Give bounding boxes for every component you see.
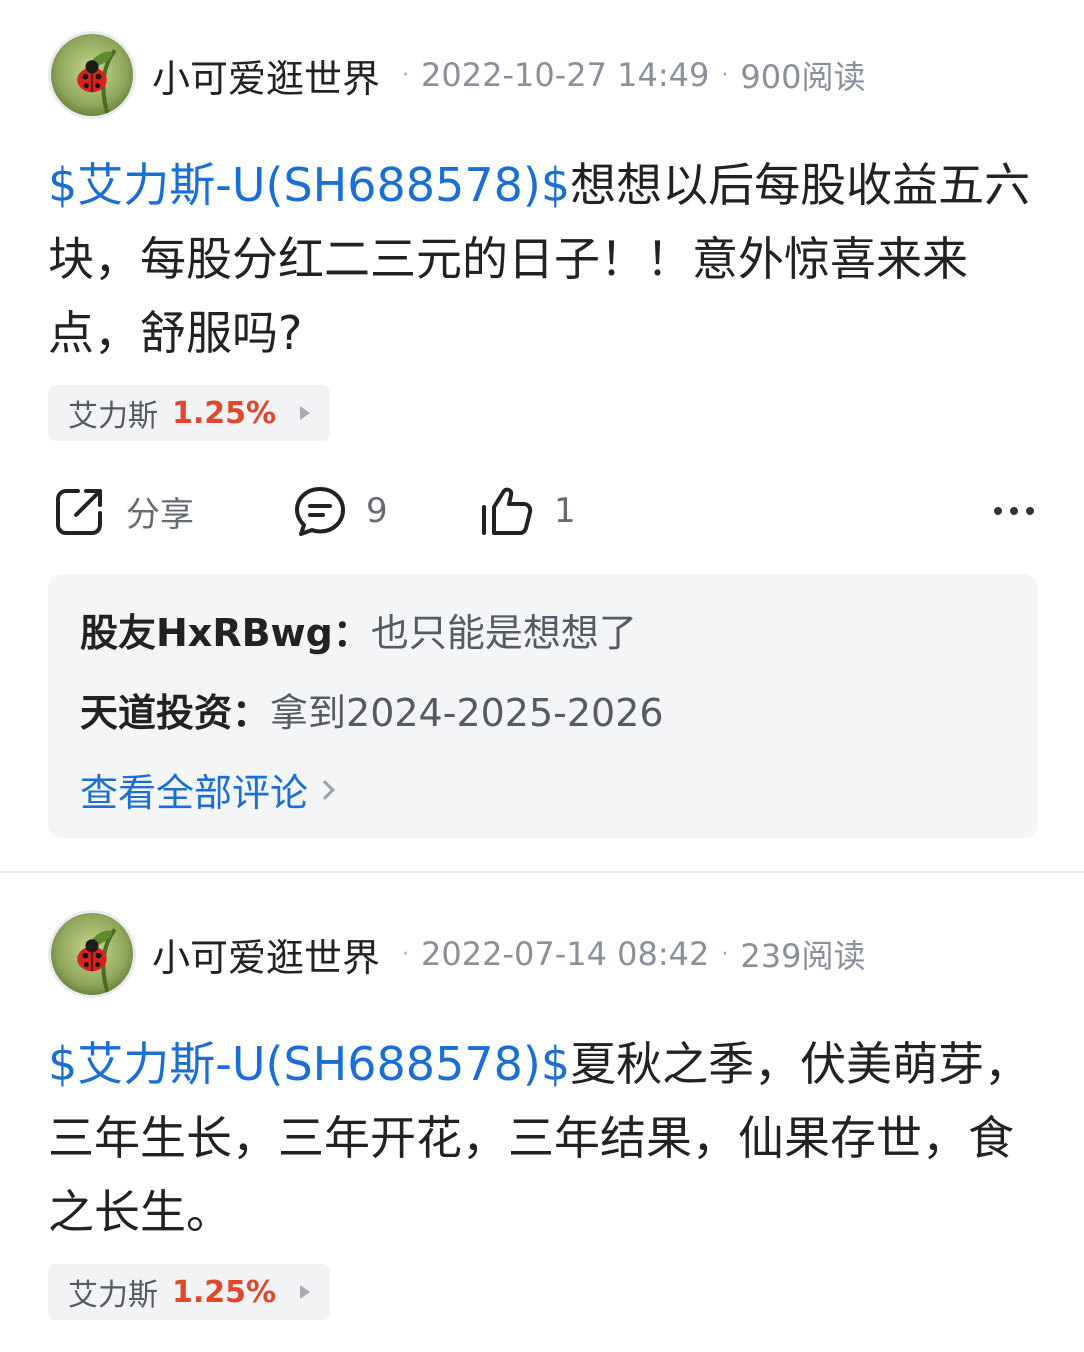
comment-text: 拿到2024-2025-2026 (270, 691, 664, 735)
read-count: 239阅读 (740, 937, 866, 975)
like-button[interactable]: 1 (480, 480, 576, 542)
chevron-right-icon (315, 779, 335, 800)
post-date: 2022-10-27 14:49 (421, 56, 710, 94)
stock-link[interactable]: $艾力斯-U(SH688578)$ (48, 158, 570, 212)
author-name[interactable]: 小可爱逛世界 (152, 927, 380, 982)
separator-dot: · (402, 941, 410, 967)
more-icon-dot (1010, 507, 1018, 515)
comment-icon (295, 487, 345, 536)
more-icon (994, 507, 1002, 515)
post-content[interactable]: $艾力斯-U(SH688578)$夏秋之季，伏美萌芽，三年生长，三年开花，三年结… (48, 1027, 1038, 1249)
post-meta: · 2022-10-27 14:49 · 900阅读 (390, 52, 865, 98)
ladybug-avatar-icon (51, 34, 133, 116)
post-card[interactable]: 小可爱逛世界 · 2022-07-14 08:42 · 239阅读 $艾力斯-U… (0, 873, 1084, 1352)
stock-link[interactable]: $艾力斯-U(SH688578)$ (48, 1037, 570, 1091)
separator-dot: · (721, 62, 729, 88)
post-header: 小可爱逛世界 · 2022-07-14 08:42 · 239阅读 (48, 910, 865, 998)
view-all-comments-label: 查看全部评论 (80, 771, 309, 815)
post-header: 小可爱逛世界 · 2022-10-27 14:49 · 900阅读 (48, 31, 865, 119)
author-name[interactable]: 小可爱逛世界 (152, 48, 380, 103)
share-icon (56, 489, 102, 535)
post-content[interactable]: $艾力斯-U(SH688578)$想想以后每股收益五六块，每股分红二三元的日子！… (48, 148, 1038, 370)
comment-item[interactable]: 股友HxRBwg：也只能是想想了 (80, 602, 637, 657)
triangle-right-icon (300, 1285, 311, 1299)
share-label: 分享 (126, 494, 194, 535)
comment-button[interactable]: 9 (292, 480, 388, 542)
stock-tag-change: 1.25% (172, 1274, 277, 1310)
avatar[interactable] (48, 31, 136, 119)
stock-tag-name: 艾力斯 (68, 399, 158, 434)
more-button[interactable] (994, 480, 1034, 542)
post-date: 2022-07-14 08:42 (421, 935, 710, 973)
more-icon-dot (1026, 507, 1034, 515)
comment-count: 9 (366, 491, 388, 531)
separator-dot: · (721, 941, 729, 967)
stock-tag[interactable]: 艾力斯 1.25% (48, 1264, 331, 1320)
comment-user[interactable]: 天道投资 (80, 691, 232, 735)
avatar[interactable] (48, 910, 136, 998)
action-bar: 分享 9 1 (48, 480, 1038, 542)
comment-user[interactable]: 股友HxRBwg (80, 611, 333, 655)
post-card[interactable]: 小可爱逛世界 · 2022-10-27 14:49 · 900阅读 $艾力斯-U… (0, 0, 1084, 872)
comment-item[interactable]: 天道投资：拿到2024-2025-2026 (80, 682, 664, 737)
read-count: 900阅读 (740, 58, 866, 96)
stock-tag[interactable]: 艾力斯 1.25% (48, 385, 331, 441)
triangle-right-icon (300, 406, 311, 420)
view-all-comments-link[interactable]: 查看全部评论 (80, 762, 335, 817)
separator-dot: · (402, 62, 410, 88)
thumbs-up-icon (482, 487, 533, 535)
comment-colon: ： (332, 611, 371, 655)
comment-colon: ： (232, 691, 271, 735)
comment-preview[interactable]: 股友HxRBwg：也只能是想想了 天道投资：拿到2024-2025-2026 查… (48, 574, 1038, 838)
stock-tag-change: 1.25% (172, 395, 277, 431)
stock-tag-name: 艾力斯 (68, 1278, 158, 1313)
like-count: 1 (554, 491, 576, 531)
post-meta: · 2022-07-14 08:42 · 239阅读 (390, 931, 865, 977)
ladybug-avatar-icon (51, 913, 133, 995)
share-button[interactable]: 分享 (52, 480, 194, 542)
comment-text: 也只能是想想了 (370, 611, 637, 655)
